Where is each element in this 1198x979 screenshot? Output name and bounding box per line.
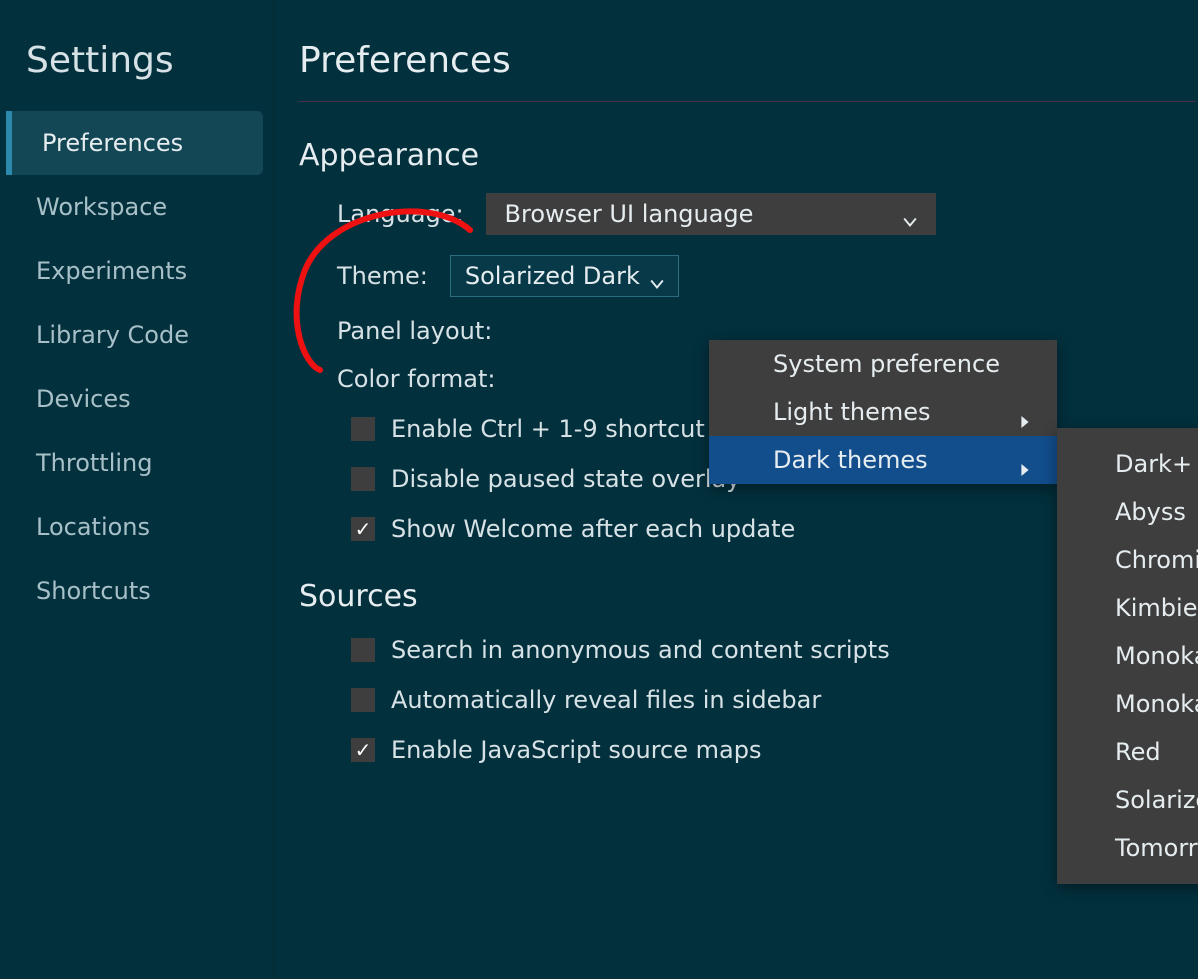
checkbox[interactable] — [351, 517, 375, 541]
theme-option-monokai-dimmed[interactable]: Monokai Dimmed — [1057, 680, 1198, 728]
sidebar-item-throttling[interactable]: Throttling — [0, 431, 273, 495]
sidebar-item-devices[interactable]: Devices — [0, 367, 273, 431]
checkbox[interactable] — [351, 417, 375, 441]
theme-menu: System preference Light themes Dark them… — [709, 340, 1057, 484]
menu-item-label: System preference — [773, 350, 1000, 378]
menu-item-label: Abyss — [1115, 498, 1186, 526]
main-content: Preferences Appearance Language: Browser… — [275, 0, 1198, 979]
theme-option-tomorrow-night-blue[interactable]: Tomorrow Night Blue — [1057, 824, 1198, 872]
menu-item-label: Dark+ (Default) — [1115, 450, 1198, 478]
chevron-down-icon — [650, 269, 664, 283]
theme-option-monokai[interactable]: Monokai — [1057, 632, 1198, 680]
checkbox-label: Enable JavaScript source maps — [391, 736, 761, 764]
chevron-down-icon — [903, 207, 917, 221]
checkbox-label: Show Welcome after each update — [391, 515, 795, 543]
theme-label: Theme: — [337, 262, 428, 290]
sidebar-item-library-code[interactable]: Library Code — [0, 303, 273, 367]
checkbox-label: Disable paused state overlay — [391, 465, 740, 493]
menu-item-label: Tomorrow Night Blue — [1115, 834, 1198, 862]
chevron-right-icon — [1019, 406, 1031, 418]
sidebar-item-label: Preferences — [42, 129, 183, 157]
color-format-label: Color format: — [337, 365, 495, 393]
sidebar-item-preferences[interactable]: Preferences — [6, 111, 263, 175]
menu-item-label: Dark themes — [773, 446, 928, 474]
sidebar-item-label: Throttling — [36, 449, 153, 477]
theme-value: Solarized Dark — [465, 262, 640, 290]
chevron-right-icon — [1019, 454, 1031, 466]
settings-sidebar: Settings Preferences Workspace Experimen… — [0, 0, 275, 979]
checkbox[interactable] — [351, 738, 375, 762]
menu-item-label: Monokai — [1115, 642, 1198, 670]
sidebar-item-shortcuts[interactable]: Shortcuts — [0, 559, 273, 623]
language-select[interactable]: Browser UI language — [486, 193, 936, 235]
theme-option-solarized-dark[interactable]: Solarized Dark — [1057, 776, 1198, 824]
sidebar-item-label: Workspace — [36, 193, 167, 221]
theme-select[interactable]: Solarized Dark — [450, 255, 679, 297]
sidebar-item-label: Experiments — [36, 257, 187, 285]
theme-option-dark-plus[interactable]: Dark+ (Default) — [1057, 440, 1198, 488]
menu-item-label: Kimbie Dark — [1115, 594, 1198, 622]
sidebar-item-label: Library Code — [36, 321, 189, 349]
language-label: Language: — [337, 200, 464, 228]
menu-item-label: Light themes — [773, 398, 931, 426]
panel-layout-label: Panel layout: — [337, 317, 492, 345]
menu-item-label: Red — [1115, 738, 1161, 766]
theme-option-kimbie-dark[interactable]: Kimbie Dark — [1057, 584, 1198, 632]
section-appearance-title: Appearance — [299, 138, 1198, 173]
dark-themes-submenu: Dark+ (Default) Abyss Chromium Dark Kimb… — [1057, 428, 1198, 884]
checkbox[interactable] — [351, 467, 375, 491]
menu-item-label: Monokai Dimmed — [1115, 690, 1198, 718]
theme-menu-dark[interactable]: Dark themes — [709, 436, 1057, 484]
sidebar-item-label: Locations — [36, 513, 150, 541]
sidebar-title: Settings — [0, 40, 273, 111]
theme-option-abyss[interactable]: Abyss — [1057, 488, 1198, 536]
menu-item-label: Chromium Dark — [1115, 546, 1198, 574]
checkbox-label: Automatically reveal files in sidebar — [391, 686, 821, 714]
sidebar-item-experiments[interactable]: Experiments — [0, 239, 273, 303]
theme-option-chromium-dark[interactable]: Chromium Dark — [1057, 536, 1198, 584]
language-row: Language: Browser UI language — [337, 193, 1198, 235]
checkbox[interactable] — [351, 688, 375, 712]
sidebar-item-label: Shortcuts — [36, 577, 151, 605]
sidebar-item-label: Devices — [36, 385, 131, 413]
sidebar-item-workspace[interactable]: Workspace — [0, 175, 273, 239]
theme-menu-system[interactable]: System preference — [709, 340, 1057, 388]
language-value: Browser UI language — [505, 200, 754, 228]
theme-row: Theme: Solarized Dark — [337, 255, 1198, 297]
theme-menu-light[interactable]: Light themes — [709, 388, 1057, 436]
menu-item-label: Solarized Dark — [1115, 786, 1198, 814]
sidebar-item-locations[interactable]: Locations — [0, 495, 273, 559]
checkbox-label: Search in anonymous and content scripts — [391, 636, 890, 664]
checkbox[interactable] — [351, 638, 375, 662]
page-title: Preferences — [299, 40, 1196, 102]
theme-option-red[interactable]: Red — [1057, 728, 1198, 776]
